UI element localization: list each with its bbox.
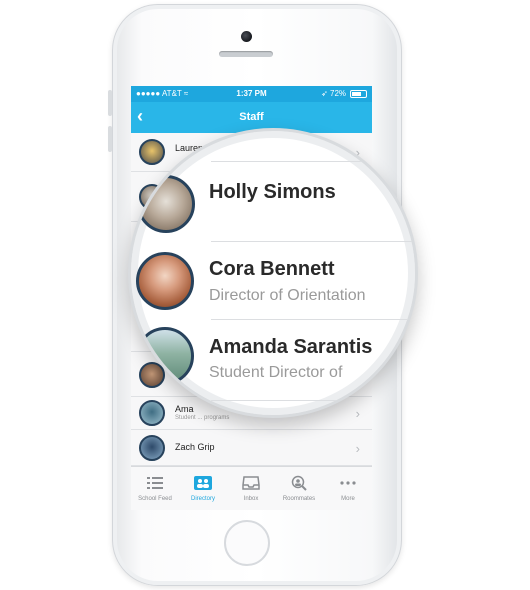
tab-school-feed[interactable]: School Feed xyxy=(131,467,179,510)
tab-label: More xyxy=(341,496,355,502)
nav-bar: ‹ Staff xyxy=(131,102,372,133)
chevron-right-icon: › xyxy=(355,441,360,456)
tab-label: Inbox xyxy=(243,496,259,502)
tab-label: Roommates xyxy=(282,496,316,502)
divider xyxy=(211,400,415,401)
magnified-list-item: Cora Bennett Director of Orientation xyxy=(131,241,415,321)
search-people-icon xyxy=(291,475,307,491)
home-button[interactable] xyxy=(224,520,270,566)
staff-name: Cora Bennett xyxy=(209,258,335,280)
front-camera xyxy=(241,31,252,42)
avatar xyxy=(136,252,194,310)
tab-roommates[interactable]: Roommates xyxy=(275,467,323,510)
avatar xyxy=(137,175,195,233)
tab-bar: School Feed Directory Inbox Roommates Mo… xyxy=(131,466,372,510)
battery-icon xyxy=(350,90,367,98)
divider xyxy=(211,161,415,162)
staff-name: Amanda Sarantis xyxy=(209,336,373,358)
staff-title: Student ... programs xyxy=(175,415,230,421)
tab-label: School Feed xyxy=(138,496,172,502)
volume-button xyxy=(108,126,112,152)
magnified-list-item: Amanda Sarantis Student Director of xyxy=(131,321,415,415)
magnified-list-item: Holly Simons xyxy=(131,131,415,242)
volume-button xyxy=(108,90,112,116)
people-icon xyxy=(194,476,212,490)
list-icon xyxy=(147,477,163,489)
tab-inbox[interactable]: Inbox xyxy=(227,467,275,510)
staff-title: Student Director of xyxy=(209,364,343,381)
status-bar: ●●●●● AT&T ≈ 1:37 PM ➶ 72% xyxy=(131,86,372,102)
inbox-icon xyxy=(242,476,260,490)
more-icon xyxy=(340,481,356,485)
tab-more[interactable]: More xyxy=(324,467,372,510)
staff-name: Zach Grip xyxy=(175,442,215,452)
list-item[interactable]: Zach Grip › xyxy=(131,430,372,466)
avatar xyxy=(136,327,194,385)
staff-title: Director of Orientation xyxy=(209,287,366,304)
avatar xyxy=(139,435,165,461)
battery-percent: ➶ 72% xyxy=(321,89,346,98)
tab-directory[interactable]: Directory xyxy=(179,467,227,510)
divider xyxy=(211,319,415,320)
nav-title: Staff xyxy=(239,111,264,123)
tab-label: Directory xyxy=(190,496,215,502)
earpiece-speaker xyxy=(219,51,273,57)
staff-name: Holly Simons xyxy=(209,181,336,203)
magnifier-lens: Holly Simons Cora Bennett Director of Or… xyxy=(128,128,418,418)
